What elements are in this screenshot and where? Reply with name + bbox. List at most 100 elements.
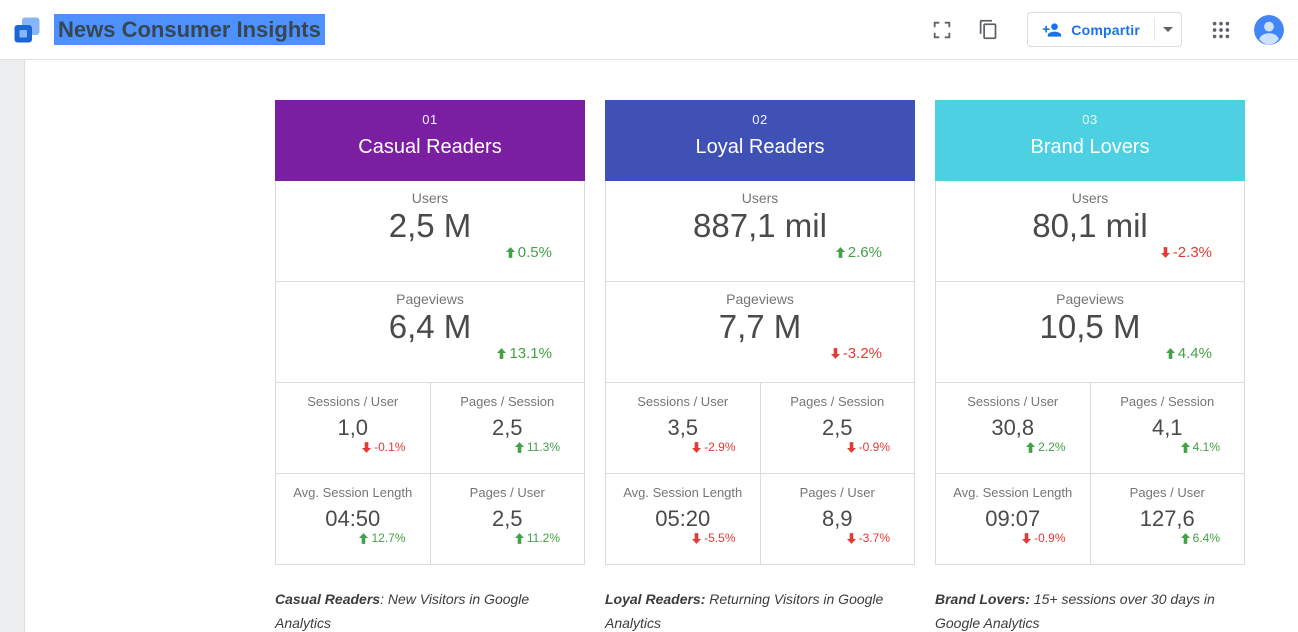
metric-delta: -0.1% [362, 440, 405, 454]
scorecard-pageviews: Pageviews 7,7 M -3.2% [606, 282, 914, 382]
share-button-main[interactable]: Compartir [1028, 13, 1154, 46]
metric-delta: 2.6% [836, 244, 882, 261]
trend-arrow-icon [836, 247, 845, 258]
metric-value: 1,0 [337, 416, 368, 440]
metric-label: Pages / User [470, 485, 545, 500]
delta-value: -5.5% [704, 531, 735, 545]
delta-value: 13.1% [509, 345, 552, 362]
scorecard-users: Users 80,1 mil -2.3% [936, 181, 1244, 281]
metric-value: 2,5 [822, 416, 853, 440]
segment-header: 02 Loyal Readers [605, 100, 915, 181]
scorecard-pages-per-session: Pages / Session 2,5 -0.9% [761, 383, 915, 473]
segment-footnote: Casual Readers: New Visitors in Google A… [275, 587, 575, 632]
trend-arrow-icon [497, 348, 506, 359]
trend-arrow-icon [692, 442, 701, 453]
scorecard-pages-per-session: Pages / Session 2,5 11.3% [431, 383, 585, 473]
segment-title: Brand Lovers [1031, 136, 1150, 159]
metric-delta: 4.1% [1181, 440, 1220, 454]
scorecard-grid: Users 887,1 mil 2.6% Pageviews 7,7 M -3.… [605, 181, 915, 565]
scorecard-grid: Users 80,1 mil -2.3% Pageviews 10,5 M 4.… [935, 181, 1245, 565]
scorecard-pageviews: Pageviews 10,5 M 4.4% [936, 282, 1244, 382]
segment-number: 01 [422, 112, 437, 127]
metric-label: Users [742, 190, 779, 206]
scorecard-pageviews: Pageviews 6,4 M 13.1% [276, 282, 584, 382]
segment-title: Casual Readers [358, 136, 501, 159]
trend-arrow-icon [515, 533, 524, 544]
footnote-term: Brand Lovers: [935, 591, 1030, 607]
trend-arrow-icon [1181, 533, 1190, 544]
metric-label: Avg. Session Length [623, 485, 742, 500]
person-add-icon [1042, 20, 1062, 40]
apps-grid-icon [1210, 19, 1232, 41]
metric-delta: -0.9% [1022, 531, 1065, 545]
metric-value: 80,1 mil [1032, 208, 1148, 244]
trend-arrow-icon [1161, 247, 1170, 258]
metric-label: Avg. Session Length [953, 485, 1072, 500]
left-panel-strip [0, 60, 25, 632]
segment-number: 03 [1082, 112, 1097, 127]
data-studio-logo-icon[interactable] [12, 15, 42, 45]
metric-label: Pageviews [1056, 291, 1124, 307]
metric-delta: -2.9% [692, 440, 735, 454]
scorecard-board: 01 Casual Readers Users 2,5 M 0.5% Pagev… [0, 60, 1298, 632]
metric-delta: 6.4% [1181, 531, 1220, 545]
segment-panel-casual-readers: 01 Casual Readers Users 2,5 M 0.5% Pagev… [275, 100, 585, 632]
delta-value: 2.6% [848, 244, 882, 261]
scorecard-pages-per-user: Pages / User 8,9 -3.7% [761, 474, 915, 564]
delta-value: 12.7% [371, 531, 405, 545]
share-dropdown-button[interactable] [1155, 13, 1181, 46]
delta-value: -0.9% [859, 440, 890, 454]
report-title-text[interactable]: News Consumer Insights [54, 14, 325, 45]
footnote-term: Casual Readers [275, 591, 380, 607]
segment-header: 03 Brand Lovers [935, 100, 1245, 181]
metric-label: Pageviews [726, 291, 794, 307]
metric-value: 2,5 M [389, 208, 472, 244]
scorecard-pages-per-session: Pages / Session 4,1 4.1% [1091, 383, 1245, 473]
metric-delta: -3.7% [847, 531, 890, 545]
metric-value: 10,5 M [1040, 309, 1141, 345]
trend-arrow-icon [1026, 442, 1035, 453]
metric-value: 4,1 [1152, 416, 1183, 440]
avatar[interactable] [1254, 15, 1284, 45]
metric-value: 2,5 [492, 507, 523, 531]
metric-delta: -3.2% [831, 345, 882, 362]
scorecard-sessions-per-user: Sessions / User 1,0 -0.1% [276, 383, 430, 473]
segment-title: Loyal Readers [696, 136, 825, 159]
segment-panel-loyal-readers: 02 Loyal Readers Users 887,1 mil 2.6% Pa… [605, 100, 915, 632]
delta-value: 4.1% [1193, 440, 1220, 454]
delta-value: 6.4% [1193, 531, 1220, 545]
apps-grid-button[interactable] [1208, 17, 1234, 43]
share-button[interactable]: Compartir [1027, 12, 1182, 47]
delta-value: 4.4% [1178, 345, 1212, 362]
delta-value: -3.2% [843, 345, 882, 362]
trend-arrow-icon [515, 442, 524, 453]
scorecard-users: Users 887,1 mil 2.6% [606, 181, 914, 281]
share-button-label: Compartir [1071, 22, 1140, 38]
metric-delta: -5.5% [692, 531, 735, 545]
delta-value: -2.9% [704, 440, 735, 454]
metric-value: 887,1 mil [693, 208, 827, 244]
delta-value: -0.9% [1034, 531, 1065, 545]
scorecard-sessions-per-user: Sessions / User 30,8 2.2% [936, 383, 1090, 473]
metric-value: 05:20 [655, 507, 710, 531]
metric-value: 8,9 [822, 507, 853, 531]
delta-value: -3.7% [859, 531, 890, 545]
metric-delta: 11.2% [515, 531, 560, 545]
metric-value: 04:50 [325, 507, 380, 531]
trend-arrow-icon [506, 247, 515, 258]
segment-number: 02 [752, 112, 767, 127]
scorecard-pages-per-user: Pages / User 127,6 6.4% [1091, 474, 1245, 564]
metric-delta: 4.4% [1166, 345, 1212, 362]
metric-value: 7,7 M [719, 309, 802, 345]
metric-value: 127,6 [1140, 507, 1195, 531]
fullscreen-button[interactable] [929, 17, 955, 43]
footnote-term: Loyal Readers: [605, 591, 705, 607]
copy-report-button[interactable] [975, 17, 1001, 43]
report-title[interactable]: News Consumer Insights [54, 17, 325, 43]
fullscreen-icon [931, 19, 953, 41]
scorecard-avg-session-length: Avg. Session Length 05:20 -5.5% [606, 474, 760, 564]
segment-header: 01 Casual Readers [275, 100, 585, 181]
segment-footnote: Brand Lovers: 15+ sessions over 30 days … [935, 587, 1235, 632]
metric-label: Pages / User [800, 485, 875, 500]
segment-panel-brand-lovers: 03 Brand Lovers Users 80,1 mil -2.3% Pag… [935, 100, 1245, 632]
